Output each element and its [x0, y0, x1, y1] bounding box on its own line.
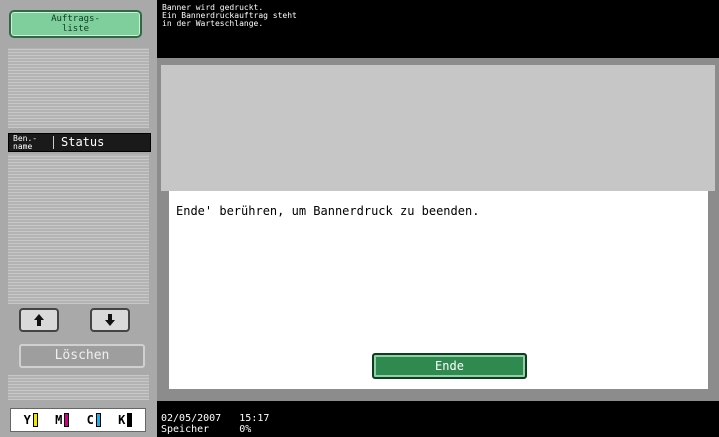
toner-magenta-label: M [55, 413, 63, 427]
arrow-down-icon [105, 314, 115, 326]
job-list-button[interactable]: Auftrags- liste [9, 10, 142, 38]
job-list[interactable] [8, 154, 149, 304]
memory-label: Speicher [161, 424, 210, 435]
toner-black-label: K [118, 413, 126, 427]
left-bottom-area [8, 375, 149, 400]
toner-cyan: C [87, 413, 101, 427]
toner-yellow-bar [32, 413, 38, 427]
instruction-panel: Ende' berühren, um Bannerdruck zu beende… [169, 191, 708, 389]
job-list-label-line2: liste [61, 24, 90, 34]
status-bar: 02/05/2007 15:17 Speicher 0% [157, 401, 719, 437]
column-divider [53, 136, 54, 149]
arrow-up-icon [34, 314, 44, 326]
left-panel: Auftrags- liste Ben.- name Status Lösche… [0, 0, 157, 437]
scroll-down-button[interactable] [90, 308, 130, 332]
end-button[interactable]: Ende [372, 353, 527, 379]
toner-magenta: M [55, 413, 70, 427]
message-line-3: in der Warteschlange. [162, 19, 264, 28]
main-frame: Ende' berühren, um Bannerdruck zu beende… [157, 58, 719, 401]
delete-button[interactable]: Löschen [19, 344, 145, 368]
main-gray-area [161, 65, 715, 191]
toner-yellow: Y [24, 413, 38, 427]
instruction-text: Ende' berühren, um Bannerdruck zu beende… [176, 204, 480, 218]
toner-magenta-bar [64, 413, 70, 427]
date: 02/05/2007 [161, 413, 222, 424]
left-empty-area [8, 48, 149, 128]
status-column-header: Status [61, 135, 105, 149]
toner-yellow-label: Y [23, 413, 31, 427]
toner-black-bar [127, 413, 133, 427]
time: 15:17 [239, 413, 270, 424]
date-time: 02/05/2007 15:17 [161, 413, 719, 424]
user-name-header-line2: name [13, 142, 33, 151]
job-list-header: Ben.- name Status [8, 133, 151, 152]
scroll-up-button[interactable] [19, 308, 59, 332]
job-list-label-line1: Auftrags- [51, 14, 100, 24]
toner-cyan-bar [95, 413, 101, 427]
toner-black: K [118, 413, 133, 427]
message-area: Banner wird gedruckt. Ein Bannerdruckauf… [157, 0, 719, 58]
memory-status: Speicher 0% [161, 424, 719, 435]
memory-value: 0% [239, 424, 252, 435]
toner-levels: Y M C K [10, 408, 146, 432]
user-name-column-header: Ben.- name [13, 135, 37, 151]
toner-cyan-label: C [86, 413, 94, 427]
